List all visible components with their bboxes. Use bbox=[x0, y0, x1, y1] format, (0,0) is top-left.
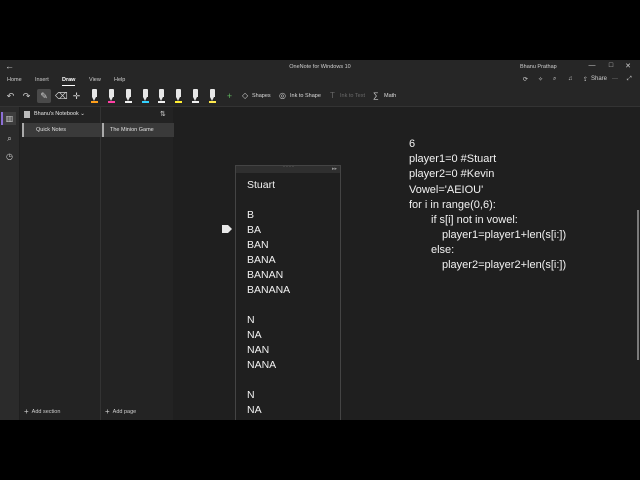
code-line: else: bbox=[431, 244, 455, 256]
add-pen-icon[interactable]: + bbox=[224, 89, 235, 103]
pane-divider bbox=[100, 107, 101, 420]
lightbulb-icon[interactable]: ✧ bbox=[538, 76, 543, 83]
sync-icon[interactable]: ⟳ bbox=[523, 76, 528, 83]
undo-icon[interactable]: ↶ bbox=[5, 89, 16, 103]
pages-pane bbox=[101, 107, 173, 420]
note-line: Stuart bbox=[247, 179, 276, 191]
code-line: player2=0 #Kevin bbox=[409, 168, 495, 180]
math-button[interactable]: Math bbox=[384, 93, 396, 99]
user-name[interactable]: Bhanu Prathap bbox=[520, 64, 557, 70]
ink-to-shape-icon[interactable]: ◎ bbox=[279, 91, 286, 100]
page-item-minion-game[interactable]: The Minion Game bbox=[102, 123, 175, 137]
close-button[interactable]: ✕ bbox=[622, 62, 634, 70]
highlighter-tool[interactable] bbox=[158, 89, 165, 103]
note-line: NA bbox=[247, 404, 262, 416]
note-line: N bbox=[247, 389, 255, 401]
notebook-header[interactable]: Bhanu's Notebook ⌄ ⇅ bbox=[20, 107, 173, 121]
shapes-icon[interactable]: ◇ bbox=[242, 91, 248, 100]
code-line: if s[i] not in vowel: bbox=[431, 214, 518, 226]
ink-to-shape-button[interactable]: Ink to Shape bbox=[290, 93, 321, 99]
code-line: Vowel='AEIOU' bbox=[409, 184, 484, 196]
grip-dots-icon: ···· bbox=[283, 164, 295, 170]
pen-tool[interactable] bbox=[125, 89, 132, 103]
page-label: The Minion Game bbox=[110, 127, 154, 133]
note-line: BANANA bbox=[247, 284, 291, 296]
pen-tool[interactable] bbox=[192, 89, 199, 103]
share-icon[interactable]: ⇪ bbox=[583, 76, 588, 83]
plus-icon: + bbox=[105, 407, 110, 416]
code-line: player1=0 #Stuart bbox=[409, 153, 497, 165]
code-line: for i in range(0,6): bbox=[409, 199, 496, 211]
eraser-icon[interactable]: ⌫ bbox=[55, 89, 68, 103]
add-page-button[interactable]: + Add page bbox=[105, 406, 136, 416]
search-icon[interactable]: ⌕ bbox=[3, 132, 16, 145]
more-options-icon[interactable]: ··· bbox=[612, 76, 618, 82]
highlighter-tool[interactable] bbox=[209, 89, 216, 103]
ribbon-tabs: Home Insert Draw View Help ⟳ ✧ ⌕ ♫ ⇪ Sha… bbox=[0, 74, 640, 86]
left-rail: ▥ ⌕ ◷ bbox=[0, 107, 19, 420]
note-line: N bbox=[247, 314, 255, 326]
notebook-name[interactable]: Bhanu's Notebook ⌄ bbox=[34, 111, 85, 117]
section-item-quick-notes[interactable]: Quick Notes bbox=[22, 123, 102, 137]
code-line: player2=player2+len(s[i:]) bbox=[442, 259, 567, 271]
note-line: NAN bbox=[247, 344, 270, 356]
ink-to-text-icon: T bbox=[330, 91, 335, 100]
expand-icon[interactable]: ⤢ bbox=[627, 76, 632, 83]
pen-tool[interactable] bbox=[91, 89, 98, 103]
redo-icon[interactable]: ↷ bbox=[21, 89, 32, 103]
add-section-button[interactable]: + Add section bbox=[24, 406, 60, 416]
tab-help[interactable]: Help bbox=[114, 77, 125, 83]
onenote-window: ← OneNote for Windows 10 Bhanu Prathap —… bbox=[0, 60, 640, 420]
plus-icon: + bbox=[24, 407, 29, 416]
lasso-select-icon[interactable]: ✎ bbox=[37, 89, 51, 103]
tab-draw[interactable]: Draw bbox=[62, 77, 76, 86]
vertical-scrollbar[interactable] bbox=[637, 210, 639, 360]
maximize-button[interactable]: □ bbox=[605, 62, 617, 69]
notebook-icon bbox=[24, 111, 30, 118]
note-line: NA bbox=[247, 329, 262, 341]
draw-toolbar: ↶ ↷ ✎ ⌫ ✛ + ◇ Shapes ◎ Ink to Shape T In… bbox=[0, 86, 640, 107]
note-line: NANA bbox=[247, 359, 277, 371]
recent-clock-icon[interactable]: ◷ bbox=[3, 150, 16, 163]
tab-home[interactable]: Home bbox=[7, 77, 22, 83]
minimize-button[interactable]: — bbox=[586, 62, 598, 69]
pen-tool[interactable] bbox=[142, 89, 149, 103]
shapes-button[interactable]: Shapes bbox=[252, 93, 271, 99]
sections-pane bbox=[20, 107, 100, 420]
tab-view[interactable]: View bbox=[89, 77, 101, 83]
note-line: BAN bbox=[247, 239, 269, 251]
pen-tool[interactable] bbox=[108, 89, 115, 103]
math-icon[interactable]: ∑ bbox=[373, 91, 379, 100]
tab-insert[interactable]: Insert bbox=[35, 77, 49, 83]
pen-tool[interactable] bbox=[175, 89, 182, 103]
ink-to-text-button: Ink to Text bbox=[340, 93, 365, 99]
note-line: B bbox=[247, 209, 255, 221]
search-icon[interactable]: ⌕ bbox=[553, 76, 556, 83]
share-button[interactable]: Share bbox=[591, 76, 607, 82]
bell-icon[interactable]: ♫ bbox=[568, 76, 573, 82]
note-line: BA bbox=[247, 224, 262, 236]
code-line: 6 bbox=[409, 138, 416, 150]
note-line: BANA bbox=[247, 254, 276, 266]
sort-icon[interactable]: ⇅ bbox=[160, 110, 166, 118]
note-line: BANAN bbox=[247, 269, 284, 281]
notebooks-icon[interactable]: ▥ bbox=[1, 112, 16, 125]
code-line: player1=player1+len(s[i:]) bbox=[442, 229, 567, 241]
resize-arrow-icon[interactable]: ▸▸ bbox=[332, 166, 337, 172]
tag-marker-icon bbox=[222, 225, 232, 233]
section-label: Quick Notes bbox=[36, 127, 66, 133]
move-cross-icon[interactable]: ✛ bbox=[71, 89, 82, 103]
title-bar: ← OneNote for Windows 10 Bhanu Prathap —… bbox=[0, 60, 640, 74]
